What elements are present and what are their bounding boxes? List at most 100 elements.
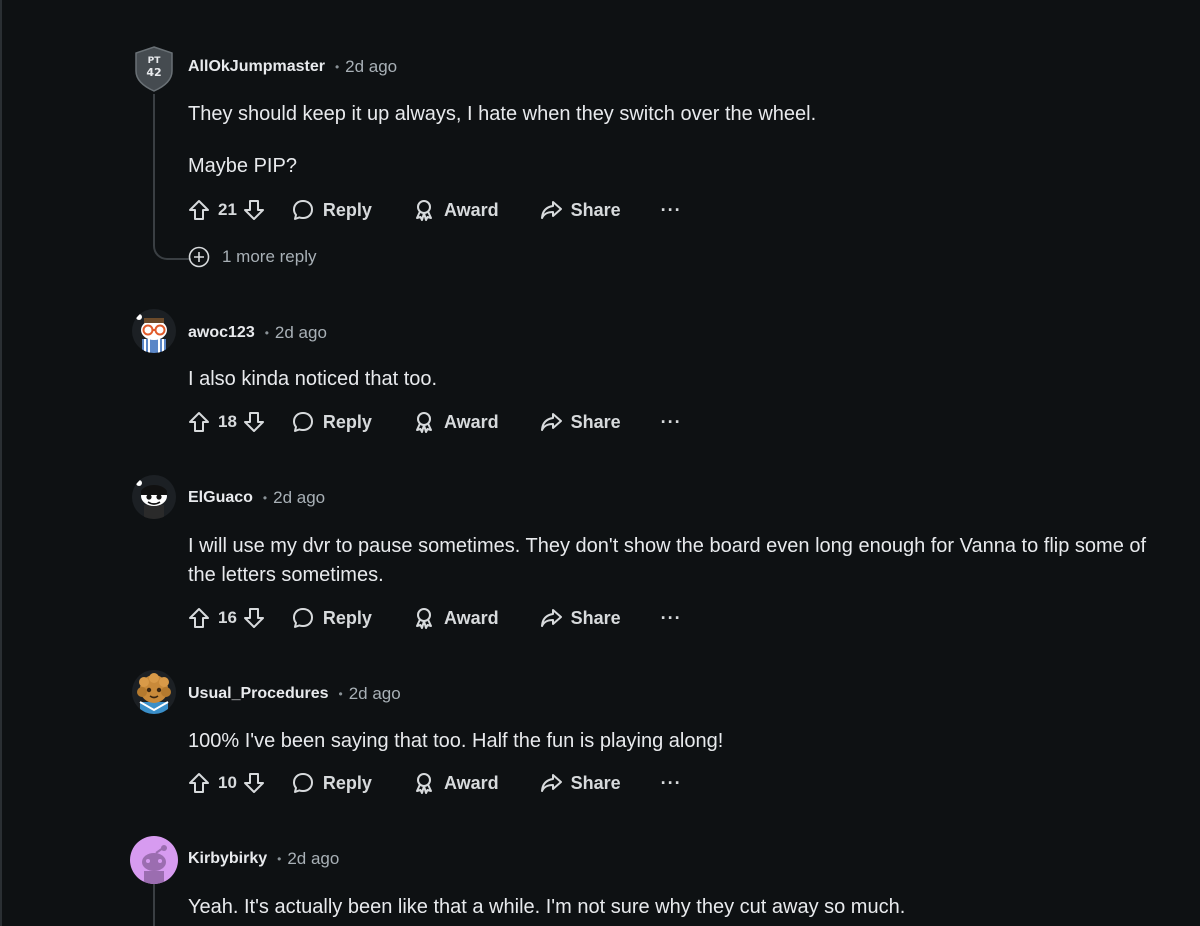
- share-arrow-icon: [540, 413, 562, 431]
- username[interactable]: ElGuaco: [188, 489, 253, 507]
- left-border: [0, 0, 2, 926]
- share-arrow-icon: [540, 201, 562, 219]
- username[interactable]: AllOkJumpmaster: [188, 58, 325, 76]
- snoo-dark-avatar-icon[interactable]: [132, 475, 176, 519]
- downvote-button[interactable]: [243, 772, 265, 794]
- comment-body: I will use my dvr to pause sometimes. Th…: [188, 532, 1178, 590]
- thread-line-1: [153, 94, 155, 244]
- downvote-button[interactable]: [243, 199, 265, 221]
- username[interactable]: awoc123: [188, 324, 255, 342]
- comment-meta: Kirbybirky • 2d ago: [188, 848, 339, 870]
- comment-body: They should keep it up always, I hate wh…: [188, 100, 1178, 181]
- award-button[interactable]: Award: [412, 198, 499, 222]
- comment-paragraph: They should keep it up always, I hate wh…: [188, 103, 817, 125]
- share-label: Share: [570, 772, 621, 793]
- timestamp[interactable]: 2d ago: [287, 849, 339, 869]
- upvote-button[interactable]: [188, 607, 210, 629]
- more-options-button[interactable]: ···: [661, 200, 682, 221]
- svg-text:42: 42: [146, 66, 161, 79]
- timestamp[interactable]: 2d ago: [273, 488, 325, 508]
- comment-meta: AllOkJumpmaster • 2d ago: [188, 56, 397, 78]
- comment-paragraph: I will use my dvr to pause sometimes. Th…: [188, 535, 1147, 586]
- comment-actions: 18 Reply Award Share ···: [188, 408, 682, 436]
- thread-line-5: [153, 884, 155, 926]
- more-replies-link[interactable]: 1 more reply: [188, 244, 316, 270]
- comment-meta: awoc123 • 2d ago: [188, 322, 327, 344]
- comment-thread-page: PT 42 AllOkJumpmaster • 2d ago They shou…: [0, 0, 1200, 926]
- username[interactable]: Usual_Procedures: [188, 685, 329, 703]
- share-button[interactable]: Share: [539, 198, 621, 222]
- reply-button[interactable]: Reply: [291, 198, 372, 222]
- downvote-button[interactable]: [243, 411, 265, 433]
- award-label: Award: [443, 772, 499, 793]
- reply-button[interactable]: Reply: [291, 771, 372, 795]
- snoo-purple-avatar-icon[interactable]: [130, 836, 178, 884]
- share-label: Share: [570, 411, 621, 432]
- upvote-button[interactable]: [188, 411, 210, 433]
- reply-label: Reply: [322, 772, 372, 793]
- upvote-arrow-icon: [189, 200, 209, 220]
- comment-paragraph: Yeah. It's actually been like that a whi…: [188, 896, 906, 918]
- share-button[interactable]: Share: [539, 771, 621, 795]
- more-replies-label: 1 more reply: [222, 247, 317, 266]
- award-label: Award: [443, 607, 499, 628]
- username[interactable]: Kirbybirky: [188, 850, 267, 868]
- reply-button[interactable]: Reply: [291, 410, 372, 434]
- share-label: Share: [570, 199, 621, 220]
- speech-bubble-icon: [292, 773, 313, 793]
- downvote-arrow-icon: [243, 608, 264, 628]
- snoo-glasses-avatar-icon[interactable]: [132, 309, 176, 353]
- vote-count: 21: [218, 200, 237, 219]
- share-arrow-icon: [540, 609, 562, 627]
- separator-dot: •: [264, 326, 269, 340]
- award-ribbon-icon: [415, 412, 432, 433]
- comment-actions: 10 Reply Award Share ···: [188, 769, 682, 797]
- plus-circle-icon: [188, 246, 210, 268]
- upvote-button[interactable]: [188, 772, 210, 794]
- vote-count: 16: [218, 608, 237, 627]
- svg-text:PT: PT: [148, 56, 162, 66]
- separator-dot: •: [262, 491, 268, 505]
- share-button[interactable]: Share: [539, 410, 621, 434]
- comment-actions: 21 Reply Award Share ···: [188, 196, 682, 224]
- more-options-button[interactable]: ···: [661, 773, 682, 794]
- comment-body: I also kinda noticed that too.: [188, 365, 1178, 394]
- reply-button[interactable]: Reply: [291, 606, 372, 630]
- award-ribbon-icon: [415, 773, 432, 794]
- award-label: Award: [443, 411, 499, 432]
- reply-label: Reply: [322, 607, 372, 628]
- speech-bubble-icon: [292, 200, 313, 220]
- downvote-arrow-icon: [243, 412, 264, 432]
- comment-meta: Usual_Procedures • 2d ago: [188, 683, 401, 705]
- share-label: Share: [570, 607, 621, 628]
- speech-bubble-icon: [292, 412, 313, 432]
- more-options-button[interactable]: ···: [661, 608, 682, 629]
- comment-meta: ElGuaco • 2d ago: [188, 487, 325, 509]
- upvote-arrow-icon: [189, 412, 209, 432]
- reply-label: Reply: [322, 411, 372, 432]
- share-button[interactable]: Share: [539, 606, 621, 630]
- reply-label: Reply: [322, 199, 372, 220]
- vote-count: 18: [218, 412, 237, 431]
- downvote-arrow-icon: [243, 773, 264, 793]
- timestamp[interactable]: 2d ago: [345, 57, 397, 77]
- award-ribbon-icon: [415, 200, 432, 221]
- separator-dot: •: [334, 60, 340, 74]
- shield-badge-icon[interactable]: PT 42: [132, 45, 176, 92]
- downvote-button[interactable]: [243, 607, 265, 629]
- timestamp[interactable]: 2d ago: [275, 323, 327, 343]
- comment-paragraph: Maybe PIP?: [188, 155, 297, 177]
- award-button[interactable]: Award: [412, 410, 499, 434]
- upvote-button[interactable]: [188, 199, 210, 221]
- more-options-button[interactable]: ···: [661, 412, 682, 433]
- comment-paragraph: I also kinda noticed that too.: [188, 368, 438, 390]
- thread-curve-1: [153, 242, 191, 260]
- separator-dot: •: [277, 852, 282, 866]
- snoo-curly-hair-avatar-icon[interactable]: [132, 670, 176, 714]
- timestamp[interactable]: 2d ago: [349, 684, 401, 704]
- share-arrow-icon: [540, 774, 562, 792]
- award-label: Award: [443, 199, 499, 220]
- award-button[interactable]: Award: [412, 771, 499, 795]
- comment-body: Yeah. It's actually been like that a whi…: [188, 893, 1178, 922]
- award-button[interactable]: Award: [412, 606, 499, 630]
